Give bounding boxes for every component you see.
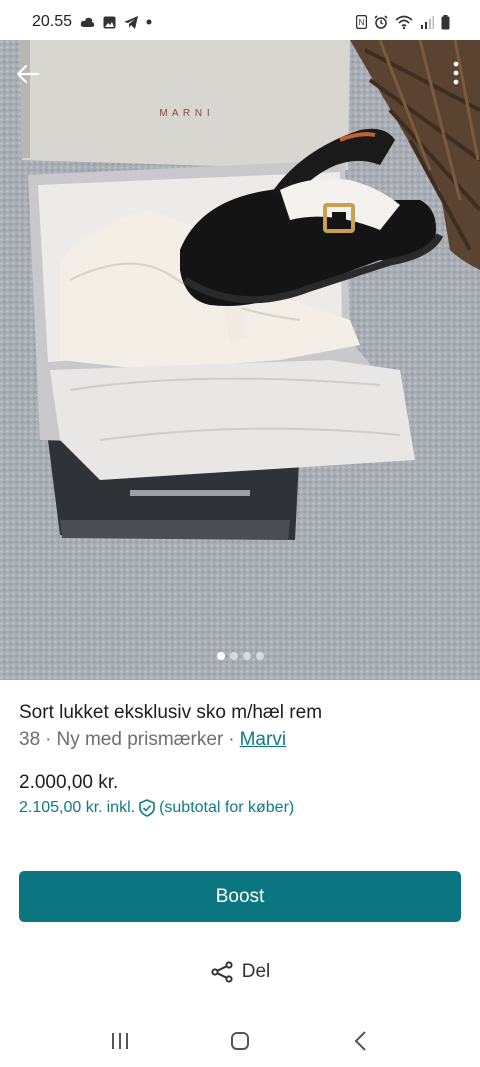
price-incl-label: inkl.	[106, 799, 136, 816]
home-button[interactable]	[220, 1021, 260, 1061]
system-nav-bar	[0, 1015, 480, 1067]
buyer-price-info[interactable]: 2.105,00 kr. inkl. (subtotal for køber)	[19, 799, 294, 817]
boost-button[interactable]: Boost	[19, 871, 461, 922]
home-icon	[231, 1032, 249, 1050]
recent-apps-button[interactable]	[100, 1021, 140, 1061]
status-time: 20.55	[32, 13, 73, 30]
chevron-left-icon	[354, 1031, 366, 1051]
product-photo-image: M A R N I	[0, 40, 480, 680]
product-title: Sort lukket eksklusiv sko m/hæl rem	[19, 702, 323, 723]
nfc-icon: N	[356, 15, 367, 29]
recent-apps-icon	[112, 1033, 128, 1049]
status-right: N	[356, 14, 450, 30]
status-left: 20.55	[32, 13, 152, 31]
gallery-pagination	[0, 652, 480, 660]
svg-text:N: N	[359, 18, 365, 27]
product-size: 38	[19, 729, 41, 750]
alarm-icon	[374, 15, 388, 29]
product-price: 2.000,00 kr.	[19, 772, 119, 793]
product-photo[interactable]: M A R N I	[0, 40, 480, 680]
meta-separator: ·	[228, 729, 235, 750]
gallery-dot-3[interactable]	[242, 652, 251, 660]
share-button[interactable]: Del	[0, 960, 480, 984]
share-icon	[211, 961, 233, 983]
shield-check-icon	[139, 799, 155, 817]
gallery-dot-1[interactable]	[216, 652, 225, 660]
battery-icon	[441, 14, 450, 29]
gallery-dot-2[interactable]	[229, 652, 238, 660]
gallery-dot-4[interactable]	[255, 652, 264, 660]
signal-icon	[421, 15, 434, 29]
wifi-icon	[395, 15, 413, 29]
system-back-button[interactable]	[340, 1021, 380, 1061]
box-brand-label: M A R N I	[159, 108, 210, 119]
product-condition: Ny med prismærker	[56, 729, 224, 750]
kebab-menu-icon	[453, 61, 459, 85]
product-meta: 38 · Ny med prismærker · Marvi	[19, 729, 286, 751]
cloud-icon	[80, 17, 95, 27]
arrow-left-icon	[16, 64, 40, 84]
share-label: Del	[241, 961, 271, 982]
price-incl-suffix: (subtotal for køber)	[159, 799, 295, 816]
gallery-icon	[103, 16, 116, 28]
price-incl-value: 2.105,00 kr.	[19, 799, 103, 816]
meta-separator: ·	[45, 729, 52, 750]
back-button[interactable]	[12, 60, 44, 88]
brand-link[interactable]: Marvi	[240, 729, 286, 751]
status-bar: 20.55 N	[0, 0, 480, 44]
more-options-button[interactable]	[446, 58, 466, 88]
telegram-icon	[124, 15, 139, 29]
notification-dot-icon	[146, 19, 152, 25]
